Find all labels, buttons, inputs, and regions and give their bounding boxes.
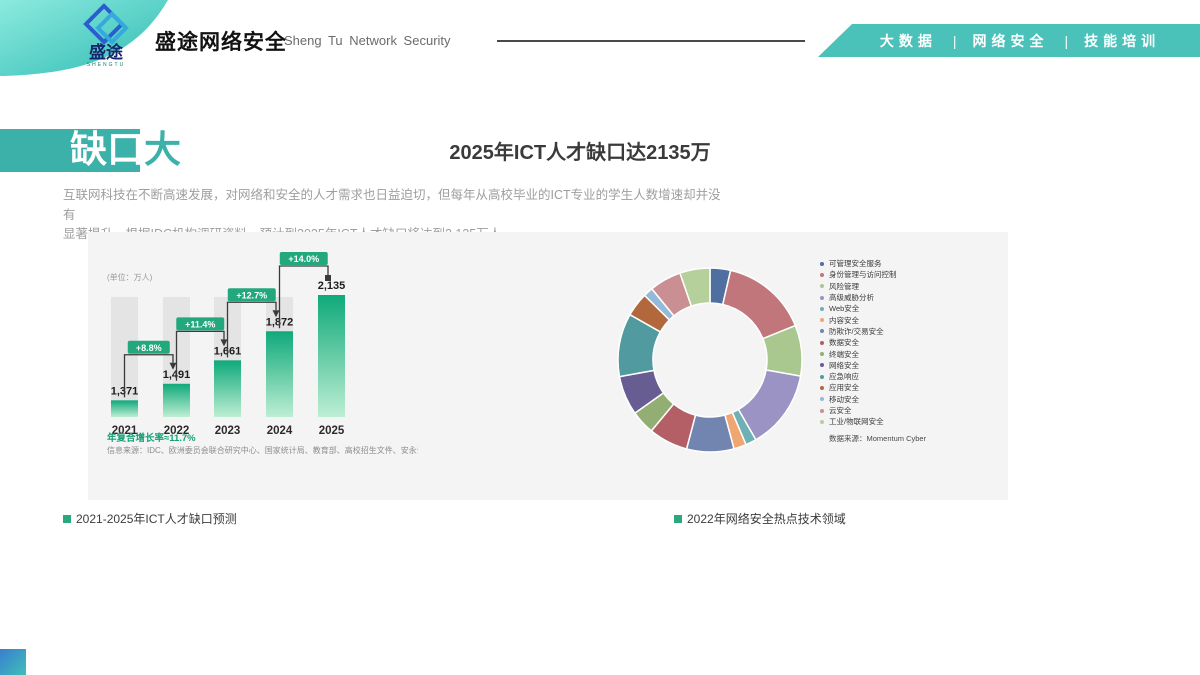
- header-divider-line: [497, 40, 805, 42]
- company-name-en: Sheng Tu Network Security: [284, 33, 451, 48]
- legend-label: 身份管理与访问控制: [829, 269, 897, 280]
- legend-dot-icon: [820, 262, 824, 266]
- donut-chart: [610, 262, 810, 462]
- legend-item: 工业/物联网安全: [820, 416, 1006, 427]
- legend-dot-icon: [820, 352, 824, 356]
- section-title-main: 缺口: [70, 129, 144, 170]
- legend-label: 应急响应: [829, 371, 859, 382]
- legend-item: 内容安全: [820, 314, 1006, 325]
- caption-bullet-icon: [63, 515, 71, 523]
- growth-badge-label: +12.7%: [236, 290, 267, 300]
- donut-segment: [723, 270, 796, 338]
- caption-donut-chart-label: 2022年网络安全热点技术领域: [687, 510, 846, 527]
- corner-decoration: [0, 649, 26, 675]
- legend-label: 终端安全: [829, 349, 859, 360]
- legend-dot-icon: [820, 363, 824, 367]
- section-title-tail: 大: [144, 129, 181, 170]
- legend-label: Web安全: [829, 303, 859, 314]
- donut-legend: 可管理安全服务身份管理与访问控制风险管理高级威胁分析Web安全内容安全防欺诈/交…: [820, 258, 1006, 444]
- company-name-cn: 盛途网络安全: [155, 26, 287, 56]
- legend-label: 可管理安全服务: [829, 258, 882, 269]
- cagr-label: 年复合增长率≈11.7%: [107, 432, 196, 444]
- caption-bar-chart: 2021-2025年ICT人才缺口预测: [63, 510, 237, 527]
- legend-item: Web安全: [820, 303, 1006, 314]
- nav-separator: |: [1065, 33, 1069, 49]
- legend-item: 云安全: [820, 405, 1006, 416]
- growth-badge-label: +11.4%: [185, 319, 215, 329]
- bar-value-label: 2,135: [318, 280, 346, 292]
- legend-label: 应用安全: [829, 382, 859, 393]
- top-nav-banner: 大数据 | 网络安全 | 技能培训: [818, 24, 1200, 57]
- logo: 盛途 SHENGTU: [0, 0, 168, 78]
- legend-dot-icon: [820, 420, 824, 424]
- caption-bullet-icon: [674, 515, 682, 523]
- unit-label: (单位：万人): [107, 272, 153, 282]
- donut-legend-rows: 可管理安全服务身份管理与访问控制风险管理高级威胁分析Web安全内容安全防欺诈/交…: [820, 258, 1006, 427]
- legend-item: 防欺诈/交易安全: [820, 326, 1006, 337]
- nav-item-security: 网络安全: [973, 31, 1049, 51]
- legend-item: 身份管理与访问控制: [820, 269, 1006, 280]
- bar-category-label: 2024: [267, 425, 293, 437]
- legend-label: 内容安全: [829, 315, 859, 326]
- legend-item: 可管理安全服务: [820, 258, 1006, 269]
- square-marker-icon: [325, 275, 331, 281]
- legend-dot-icon: [820, 409, 824, 413]
- legend-item: 数据安全: [820, 337, 1006, 348]
- legend-dot-icon: [820, 397, 824, 401]
- logo-blob-shape: [0, 0, 168, 76]
- intro-line-1: 互联网科技在不断高速发展，对网络和安全的人才需求也日益迫切，但每年从高校毕业的I…: [63, 186, 728, 225]
- growth-badge-label: +14.0%: [288, 254, 319, 264]
- legend-item: 风险管理: [820, 281, 1006, 292]
- legend-label: 移动安全: [829, 394, 859, 405]
- legend-label: 高级威胁分析: [829, 292, 874, 303]
- legend-label: 风险管理: [829, 281, 859, 292]
- legend-item: 移动安全: [820, 394, 1006, 405]
- legend-dot-icon: [820, 341, 824, 345]
- legend-dot-icon: [820, 386, 824, 390]
- growth-badge-label: +8.8%: [136, 343, 162, 353]
- legend-item: 网络安全: [820, 360, 1006, 371]
- nav-separator: |: [953, 33, 957, 49]
- bar-2021: [111, 400, 138, 417]
- bar-2025: [318, 295, 345, 417]
- legend-dot-icon: [820, 273, 824, 277]
- legend-label: 云安全: [829, 405, 852, 416]
- legend-dot-icon: [820, 375, 824, 379]
- logo-sub-text: SHENGTU: [87, 62, 125, 68]
- section-title: 缺口大: [70, 128, 181, 172]
- slide: 盛途 SHENGTU 盛途网络安全 Sheng Tu Network Secur…: [0, 0, 1200, 675]
- legend-dot-icon: [820, 318, 824, 322]
- bar-2023: [214, 360, 241, 417]
- bar-2022: [163, 384, 190, 417]
- legend-label: 工业/物联网安全: [829, 416, 884, 427]
- bar-chart: (单位：万人)1,37120211,49120221,66120231,8722…: [88, 232, 418, 500]
- legend-label: 网络安全: [829, 360, 859, 371]
- bar-category-label: 2023: [215, 425, 241, 437]
- page-title: 2025年ICT人才缺口达2135万: [260, 136, 900, 165]
- logo-brand-text: 盛途: [89, 42, 124, 62]
- bar-chart-source: 信息来源：IDC、欧洲委员会联合研究中心、国家统计局、教育部、高校招生文件、安永…: [107, 445, 418, 455]
- donut-source: 数据来源：Momentum Cyber: [820, 433, 1006, 444]
- legend-label: 数据安全: [829, 337, 859, 348]
- bar-2024: [266, 331, 293, 417]
- legend-dot-icon: [820, 329, 824, 333]
- legend-item: 应用安全: [820, 382, 1006, 393]
- caption-bar-chart-label: 2021-2025年ICT人才缺口预测: [76, 510, 237, 527]
- legend-dot-icon: [820, 284, 824, 288]
- legend-label: 防欺诈/交易安全: [829, 326, 884, 337]
- legend-item: 应急响应: [820, 371, 1006, 382]
- nav-item-bigdata: 大数据: [880, 31, 937, 51]
- bar-category-label: 2025: [319, 425, 345, 437]
- legend-item: 高级威胁分析: [820, 292, 1006, 303]
- caption-donut-chart: 2022年网络安全热点技术领域: [674, 510, 846, 527]
- legend-dot-icon: [820, 307, 824, 311]
- nav-item-training: 技能培训: [1084, 31, 1160, 51]
- legend-item: 终端安全: [820, 348, 1006, 359]
- legend-dot-icon: [820, 296, 824, 300]
